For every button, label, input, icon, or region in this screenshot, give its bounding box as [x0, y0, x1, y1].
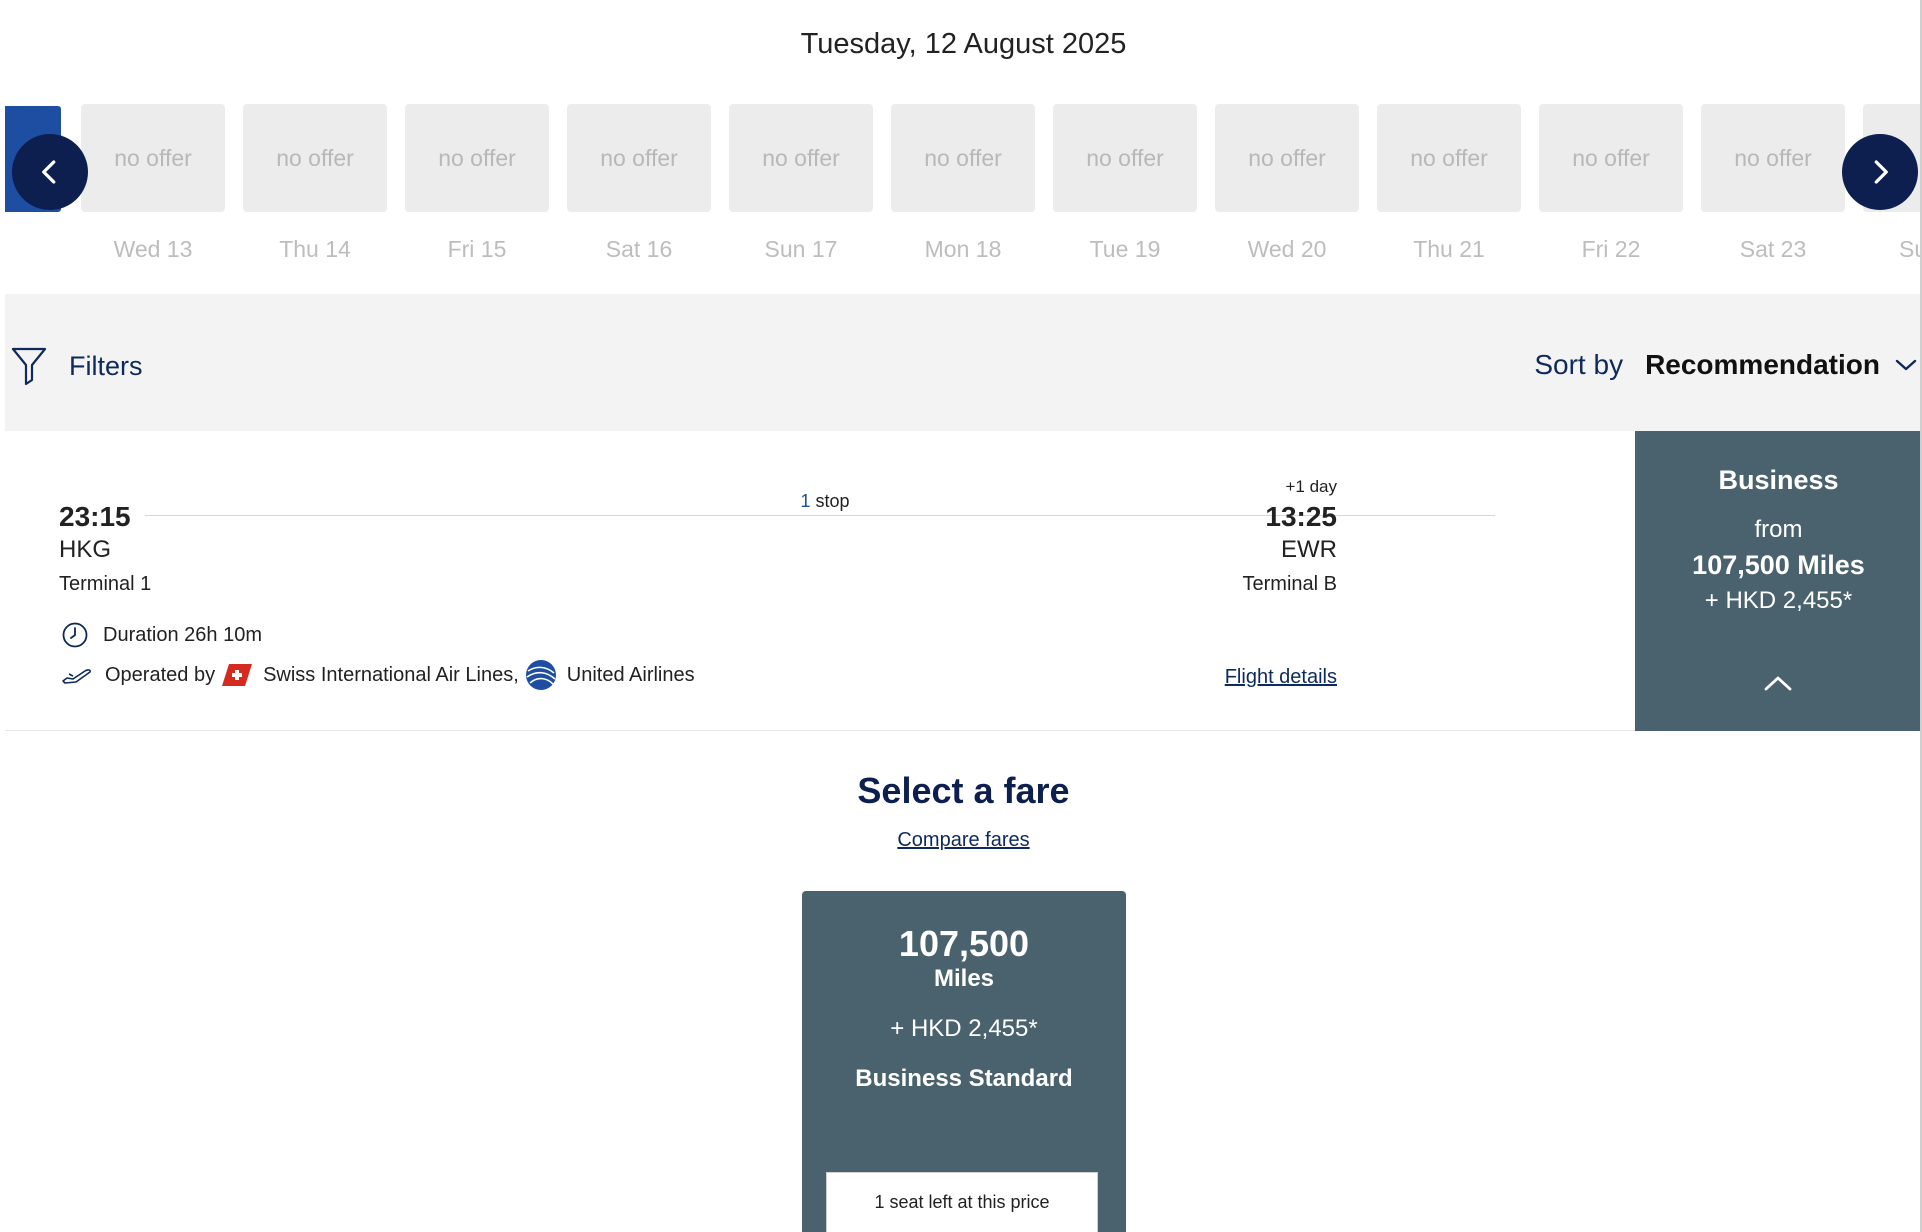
calendar-day[interactable]: no offer Thu 14	[243, 104, 387, 263]
arrival-terminal: Terminal B	[1242, 573, 1337, 595]
calendar-next-button[interactable]	[1842, 134, 1918, 210]
calendar-day[interactable]: no offer Sat 23	[1701, 104, 1845, 263]
fare-miles-label: Miles	[933, 965, 995, 992]
chevron-up-icon	[1764, 676, 1792, 691]
results-toolbar: Filters Sort by Recommendation	[5, 294, 1922, 431]
day-offer: no offer	[1701, 104, 1845, 212]
duration-text: Duration 26h 10m	[103, 623, 262, 646]
arrival-day-offset: +1 day	[1285, 477, 1337, 496]
day-label: Fri 15	[447, 236, 507, 262]
plane-takeoff-icon	[62, 669, 91, 684]
selected-date-title: Tuesday, 12 August 2025	[800, 28, 1127, 60]
departure-airport: HKG	[59, 536, 112, 563]
day-offer: no offer	[567, 104, 711, 212]
calendar-day[interactable]: no offer Mon 18	[891, 104, 1035, 263]
cabin-from-label: from	[1754, 516, 1803, 543]
calendar-day[interactable]: no offer Tue 19	[1053, 104, 1197, 263]
calendar-day[interactable]: no offer Sun 17	[729, 104, 873, 263]
calendar-day[interactable]: no offer Sat 16	[567, 104, 711, 263]
flight-results-page: Tuesday, 12 August 2025 00 s no offer We…	[5, 0, 1922, 1232]
cabin-title: Business	[1718, 465, 1839, 495]
cabin-cash: + HKD 2,455*	[1704, 587, 1853, 614]
departure-time: 23:15	[59, 501, 131, 532]
calendar-prev-button[interactable]	[12, 134, 88, 210]
united-airline-logo	[525, 660, 556, 690]
day-offer: no offer	[1215, 104, 1359, 212]
sort-label: Sort by	[1534, 349, 1624, 380]
business-cabin-panel[interactable]: Business from 107,500 Miles + HKD 2,455*	[1635, 431, 1922, 731]
fare-option-card[interactable]: 107,500 Miles + HKD 2,455* Business Stan…	[802, 891, 1126, 1232]
calendar-day[interactable]: no offer Fri 15	[405, 104, 549, 263]
cabin-miles: 107,500 Miles	[1692, 550, 1865, 580]
day-label: Mon 18	[924, 236, 1002, 262]
fare-name: Business Standard	[855, 1065, 1073, 1092]
compare-fares-row: Compare fares	[5, 829, 1922, 852]
clock-icon	[62, 622, 88, 648]
duration-row: Duration 26h 10m	[61, 621, 262, 649]
select-fare-title: Select a fare	[857, 770, 1070, 811]
day-offer: no offer	[1053, 104, 1197, 212]
stops-count: 1	[800, 491, 811, 511]
swiss-airline-logo	[222, 664, 253, 686]
calendar-day[interactable]: no offer Fri 22	[1539, 104, 1683, 263]
day-label: Sun 17	[764, 236, 838, 262]
filters-label: Filters	[69, 350, 143, 381]
date-carousel: 00 s no offer Wed 13 no offer Thu 14 no …	[5, 104, 1922, 264]
day-offer: no offer	[1377, 104, 1521, 212]
departure-terminal: Terminal 1	[59, 573, 152, 595]
day-offer: no offer	[1539, 104, 1683, 212]
day-offer: no offer	[729, 104, 873, 212]
funnel-icon	[11, 347, 47, 386]
operated-by-row: Operated by Swiss International Air Line…	[61, 659, 695, 691]
calendar-day[interactable]: no offer Wed 20	[1215, 104, 1359, 263]
day-label: Thu 21	[1413, 236, 1485, 262]
day-label: Thu 14	[279, 236, 351, 262]
stops-info: 1 stop	[770, 491, 880, 512]
calendar-day[interactable]: no offer Wed 13	[81, 104, 225, 263]
seats-left-badge: 1 seat left at this price	[826, 1172, 1098, 1232]
fare-cash: + HKD 2,455*	[890, 1015, 1038, 1042]
airline-name: United Airlines	[566, 663, 695, 686]
day-label: Sat 16	[605, 236, 673, 262]
calendar-day[interactable]: no offer Thu 21	[1377, 104, 1521, 263]
day-offer: no offer	[405, 104, 549, 212]
arrival-airport: EWR	[1281, 536, 1337, 563]
day-label: Tue 19	[1089, 236, 1161, 262]
chevron-down-icon	[1895, 359, 1917, 371]
compare-fares-link[interactable]: Compare fares	[897, 829, 1029, 851]
flight-result-card: 23:15 HKG Terminal 1 1 stop +1 day 13:25…	[5, 431, 1922, 731]
day-offer: no offer	[81, 104, 225, 212]
day-offer: no offer	[891, 104, 1035, 212]
day-offer: no offer	[243, 104, 387, 212]
stops-word: stop	[815, 491, 850, 511]
fare-miles: 107,500	[898, 923, 1030, 964]
airline-name: Swiss International Air Lines,	[263, 663, 519, 686]
chevron-left-icon	[42, 160, 56, 184]
operated-by-label: Operated by	[105, 663, 216, 686]
arrival-time: 13:25	[1265, 501, 1337, 532]
sort-value: Recommendation	[1645, 349, 1880, 380]
sort-dropdown[interactable]: Sort by Recommendation	[1534, 349, 1918, 381]
day-label: Sat 23	[1739, 236, 1807, 262]
day-label: Fri 22	[1581, 236, 1641, 262]
filters-button[interactable]: Filters	[11, 346, 143, 386]
day-label: Wed 20	[1247, 236, 1327, 262]
chevron-right-icon	[1874, 160, 1888, 184]
day-label: Wed 13	[113, 236, 193, 262]
day-label: Su	[1899, 236, 1922, 262]
flight-details-link[interactable]: Flight details	[1225, 666, 1337, 689]
